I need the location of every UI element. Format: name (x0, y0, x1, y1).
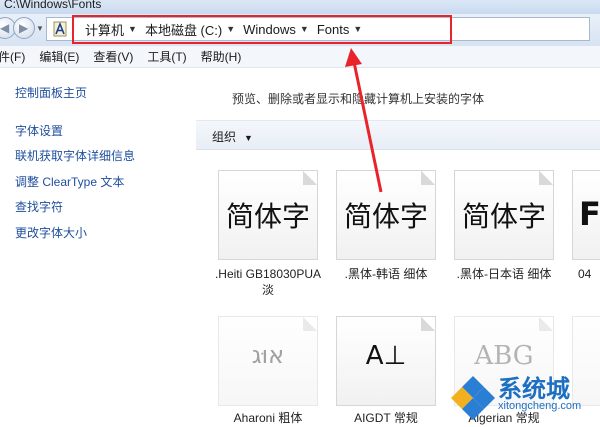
font-name: Aharoni 粗体 (233, 411, 303, 425)
find-character-link[interactable]: 查找字符 (15, 198, 63, 215)
online-font-info-link[interactable]: 联机获取字体详细信息 (15, 147, 135, 164)
recent-pages-dropdown-icon[interactable]: ▼ (36, 24, 44, 33)
page-fold (421, 317, 435, 331)
font-sample: ABG (474, 341, 534, 371)
back-icon: ◀ (0, 21, 10, 35)
forward-icon: ▶ (19, 21, 29, 35)
toolbar: 组织 ▼ (196, 120, 600, 150)
fonts-folder-icon (53, 21, 67, 37)
font-sample: A⊥ (365, 341, 407, 371)
menu-edit[interactable]: 编辑(E) (39, 48, 79, 65)
font-tile-aigdt[interactable]: A⊥ (336, 316, 436, 406)
font-settings-link[interactable]: 字体设置 (15, 122, 63, 139)
font-tile-aharoni[interactable]: אוּג (218, 316, 318, 406)
font-tile-heiti-korean[interactable]: 简体字 (336, 170, 436, 260)
control-panel-home-link[interactable]: 控制面板主页 (15, 84, 87, 101)
page-fold (539, 171, 553, 185)
font-sample: 简体字 (461, 200, 546, 233)
page-fold (539, 317, 553, 331)
change-font-size-link[interactable]: 更改字体大小 (15, 224, 87, 241)
page-fold (303, 171, 317, 185)
address-highlight-box (72, 15, 452, 44)
font-sample: אוּג (251, 341, 285, 369)
cleartype-link[interactable]: 调整 ClearType 文本 (15, 173, 124, 190)
sidebar: 控制面板主页 字体设置 联机获取字体详细信息 调整 ClearType 文本 查… (0, 68, 196, 427)
font-tile-04[interactable]: F (572, 170, 600, 260)
system-city-logo-icon (451, 376, 495, 420)
menu-view[interactable]: 查看(V) (93, 48, 133, 65)
font-sample: F (579, 195, 600, 233)
page-fold (421, 171, 435, 185)
organize-button[interactable]: 组织 ▼ (212, 128, 253, 145)
page-description: 预览、删除或者显示和隐藏计算机上安装的字体 (232, 92, 485, 106)
font-tile-heiti-pua[interactable]: 简体字 (218, 170, 318, 260)
menu-tools[interactable]: 工具(T) (147, 48, 186, 65)
title-bar: C:\Windows\Fonts (0, 0, 600, 14)
font-name: .黑体-韩语 细体 (344, 267, 428, 281)
dropdown-icon: ▼ (244, 133, 253, 143)
menu-bar: 件(F) 编辑(E) 查看(V) 工具(T) 帮助(H) (0, 46, 600, 68)
menu-help[interactable]: 帮助(H) (201, 48, 242, 65)
page-fold (303, 317, 317, 331)
watermark: 系统城 xitongcheng.com (446, 372, 600, 427)
font-tile-heiti-japanese[interactable]: 简体字 (454, 170, 554, 260)
font-sample: 简体字 (343, 200, 428, 233)
font-sample: 简体字 (225, 200, 310, 233)
font-name: .Heiti GB18030PUA 淡 (214, 267, 322, 297)
font-name: 04 (578, 267, 592, 281)
font-name: AIGDT 常规 (354, 411, 418, 425)
window-path: C:\Windows\Fonts (4, 0, 102, 11)
watermark-url: xitongcheng.com (498, 400, 582, 412)
menu-file[interactable]: 件(F) (0, 48, 25, 65)
forward-button[interactable]: ▶ (13, 17, 35, 39)
watermark-text: 系统城 (498, 376, 570, 403)
font-name: .黑体-日本语 细体 (456, 267, 552, 281)
